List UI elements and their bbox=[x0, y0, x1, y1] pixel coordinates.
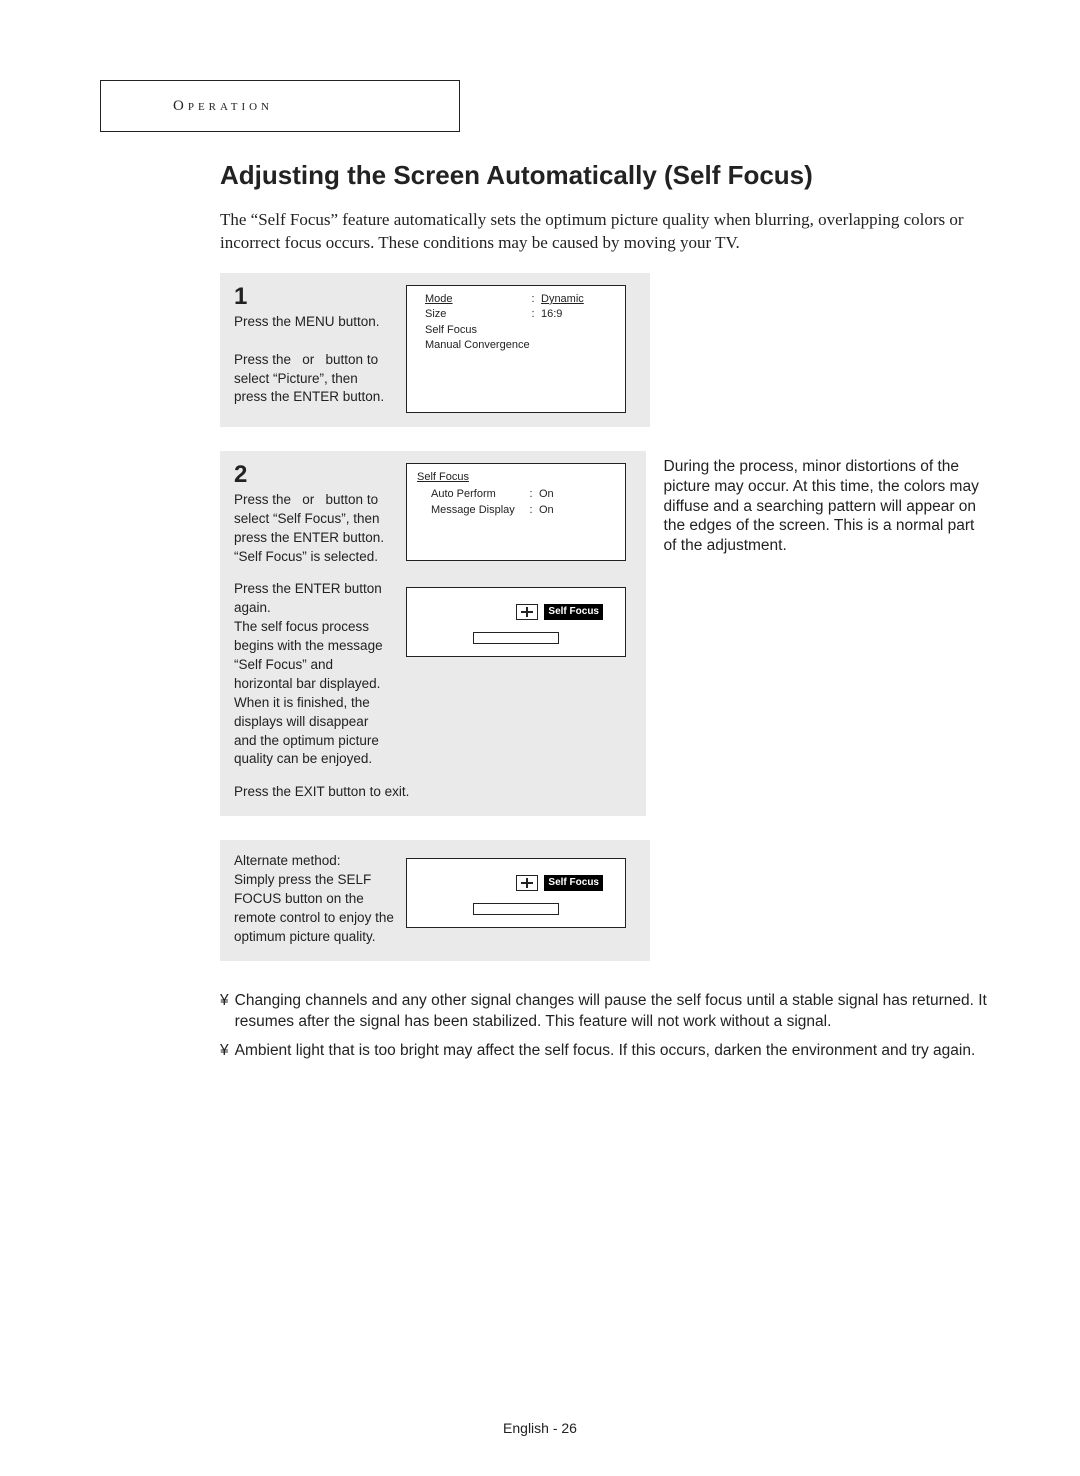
osd-self-focus-progress: Self Focus bbox=[406, 587, 626, 657]
footnote-2-text: Ambient light that is too bright may aff… bbox=[235, 1041, 976, 1062]
osd-sf-header: Self Focus bbox=[417, 470, 469, 485]
step-alt-wrap: Alternate method: Simply press the SELF … bbox=[220, 840, 980, 972]
self-focus-label: Self Focus bbox=[544, 604, 603, 620]
step-alt-block: Alternate method: Simply press the SELF … bbox=[220, 840, 650, 960]
osd-row-label: Size bbox=[425, 307, 525, 322]
footnote-1: ¥ Changing channels and any other signal… bbox=[220, 991, 990, 1033]
step-2-number: 2 bbox=[234, 463, 394, 487]
bullet-icon: ¥ bbox=[220, 1041, 229, 1062]
self-focus-icon bbox=[516, 604, 538, 620]
step-2-text-b: Press the ENTER button again. The self f… bbox=[234, 580, 394, 769]
footnote-2: ¥ Ambient light that is too bright may a… bbox=[220, 1041, 990, 1062]
step-2-block: 2 Press the or button to select “Self Fo… bbox=[220, 451, 646, 816]
step-1-text: Press the MENU button. Press the or butt… bbox=[234, 313, 394, 407]
step-1-number: 1 bbox=[234, 285, 394, 309]
osd-row-label: Self Focus bbox=[425, 323, 525, 338]
step-2-wrap: 2 Press the or button to select “Self Fo… bbox=[220, 451, 980, 828]
osd-self-focus-menu: Self Focus Auto Perform : On Message Dis… bbox=[406, 463, 626, 561]
osd-row-label: Message Display bbox=[431, 503, 523, 518]
osd-row-label: Auto Perform bbox=[431, 487, 523, 502]
osd-self-focus-progress-alt: Self Focus bbox=[406, 858, 626, 928]
page-number: English - 26 bbox=[0, 1420, 1080, 1436]
osd-row-value: 16:9 bbox=[541, 307, 562, 322]
osd-row-value: On bbox=[539, 487, 554, 502]
self-focus-icon bbox=[516, 875, 538, 891]
step-1-wrap: 1 Press the MENU button. Press the or bu… bbox=[220, 273, 980, 439]
step-alt-text: Alternate method: Simply press the SELF … bbox=[234, 852, 394, 946]
progress-bar bbox=[473, 632, 559, 644]
osd-row-label: Manual Convergence bbox=[425, 338, 530, 353]
footnotes: ¥ Changing channels and any other signal… bbox=[220, 991, 990, 1062]
page-content: Adjusting the Screen Automatically (Self… bbox=[220, 160, 980, 1061]
section-tab: Operation bbox=[100, 80, 460, 132]
progress-bar bbox=[473, 903, 559, 915]
step-1-block: 1 Press the MENU button. Press the or bu… bbox=[220, 273, 650, 427]
osd-colon: : bbox=[525, 292, 541, 307]
osd-row-value: On bbox=[539, 503, 554, 518]
bullet-icon: ¥ bbox=[220, 991, 229, 1033]
osd-stack: Self Focus Auto Perform : On Message Dis… bbox=[406, 463, 626, 657]
osd-row-value: Dynamic bbox=[541, 292, 584, 307]
osd-row-label: Mode bbox=[425, 292, 525, 307]
intro-paragraph: The “Self Focus” feature automatically s… bbox=[220, 209, 980, 255]
manual-page: Operation Adjusting the Screen Automatic… bbox=[0, 0, 1080, 1476]
page-title: Adjusting the Screen Automatically (Self… bbox=[220, 160, 980, 191]
section-tab-label: Operation bbox=[173, 98, 273, 115]
footnote-1-text: Changing channels and any other signal c… bbox=[235, 991, 990, 1033]
osd-colon: : bbox=[523, 503, 539, 518]
step-2-text-a: Press the or button to select “Self Focu… bbox=[234, 491, 394, 567]
osd-colon: : bbox=[523, 487, 539, 502]
step-2-text-c: Press the EXIT button to exit. bbox=[234, 783, 414, 802]
self-focus-label: Self Focus bbox=[544, 875, 603, 891]
osd-colon: : bbox=[525, 307, 541, 322]
osd-picture-menu: Mode : Dynamic Size : 16:9 Self Focus bbox=[406, 285, 626, 413]
side-note: During the process, minor distortions of… bbox=[664, 451, 980, 556]
